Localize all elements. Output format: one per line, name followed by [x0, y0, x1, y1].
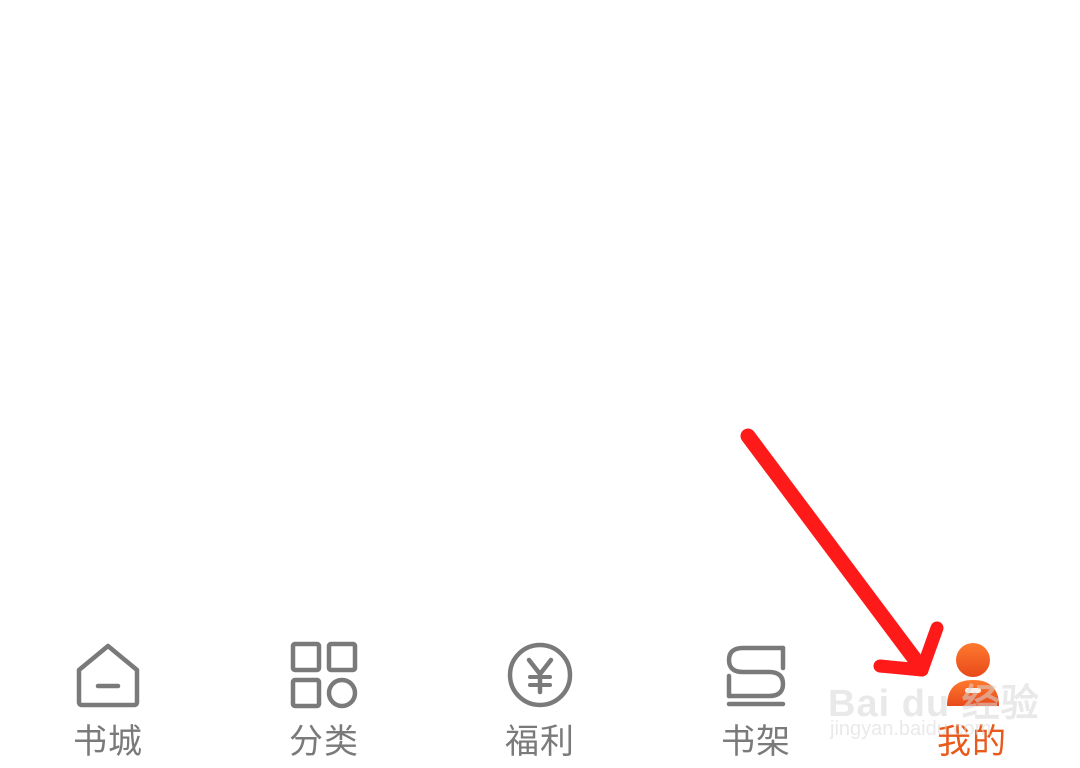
tab-label: 书城 [73, 722, 143, 762]
tab-label: 分类 [289, 722, 359, 762]
tab-category[interactable]: 分类 [244, 628, 404, 768]
tab-bookstore[interactable]: 书城 [28, 628, 188, 768]
bottom-tab-bar: 书城 分类 福利 书架 我的 [0, 628, 1080, 768]
tab-label: 福利 [505, 722, 575, 762]
yen-coin-icon [507, 642, 573, 708]
app-screen: 书城 分类 福利 书架 我的 Bai du 经验 jingyan.baidu.c… [0, 0, 1080, 768]
tab-bookshelf[interactable]: 书架 [676, 628, 836, 768]
tab-label: 我的 [937, 722, 1007, 762]
home-icon [76, 643, 140, 708]
content-area [0, 0, 1080, 620]
grid-icon [290, 641, 358, 709]
tab-label: 书架 [721, 722, 791, 762]
user-icon [947, 643, 999, 706]
bookshelf-icon [726, 645, 786, 707]
tab-welfare[interactable]: 福利 [460, 628, 620, 768]
tab-mine[interactable]: 我的 [892, 628, 1052, 768]
